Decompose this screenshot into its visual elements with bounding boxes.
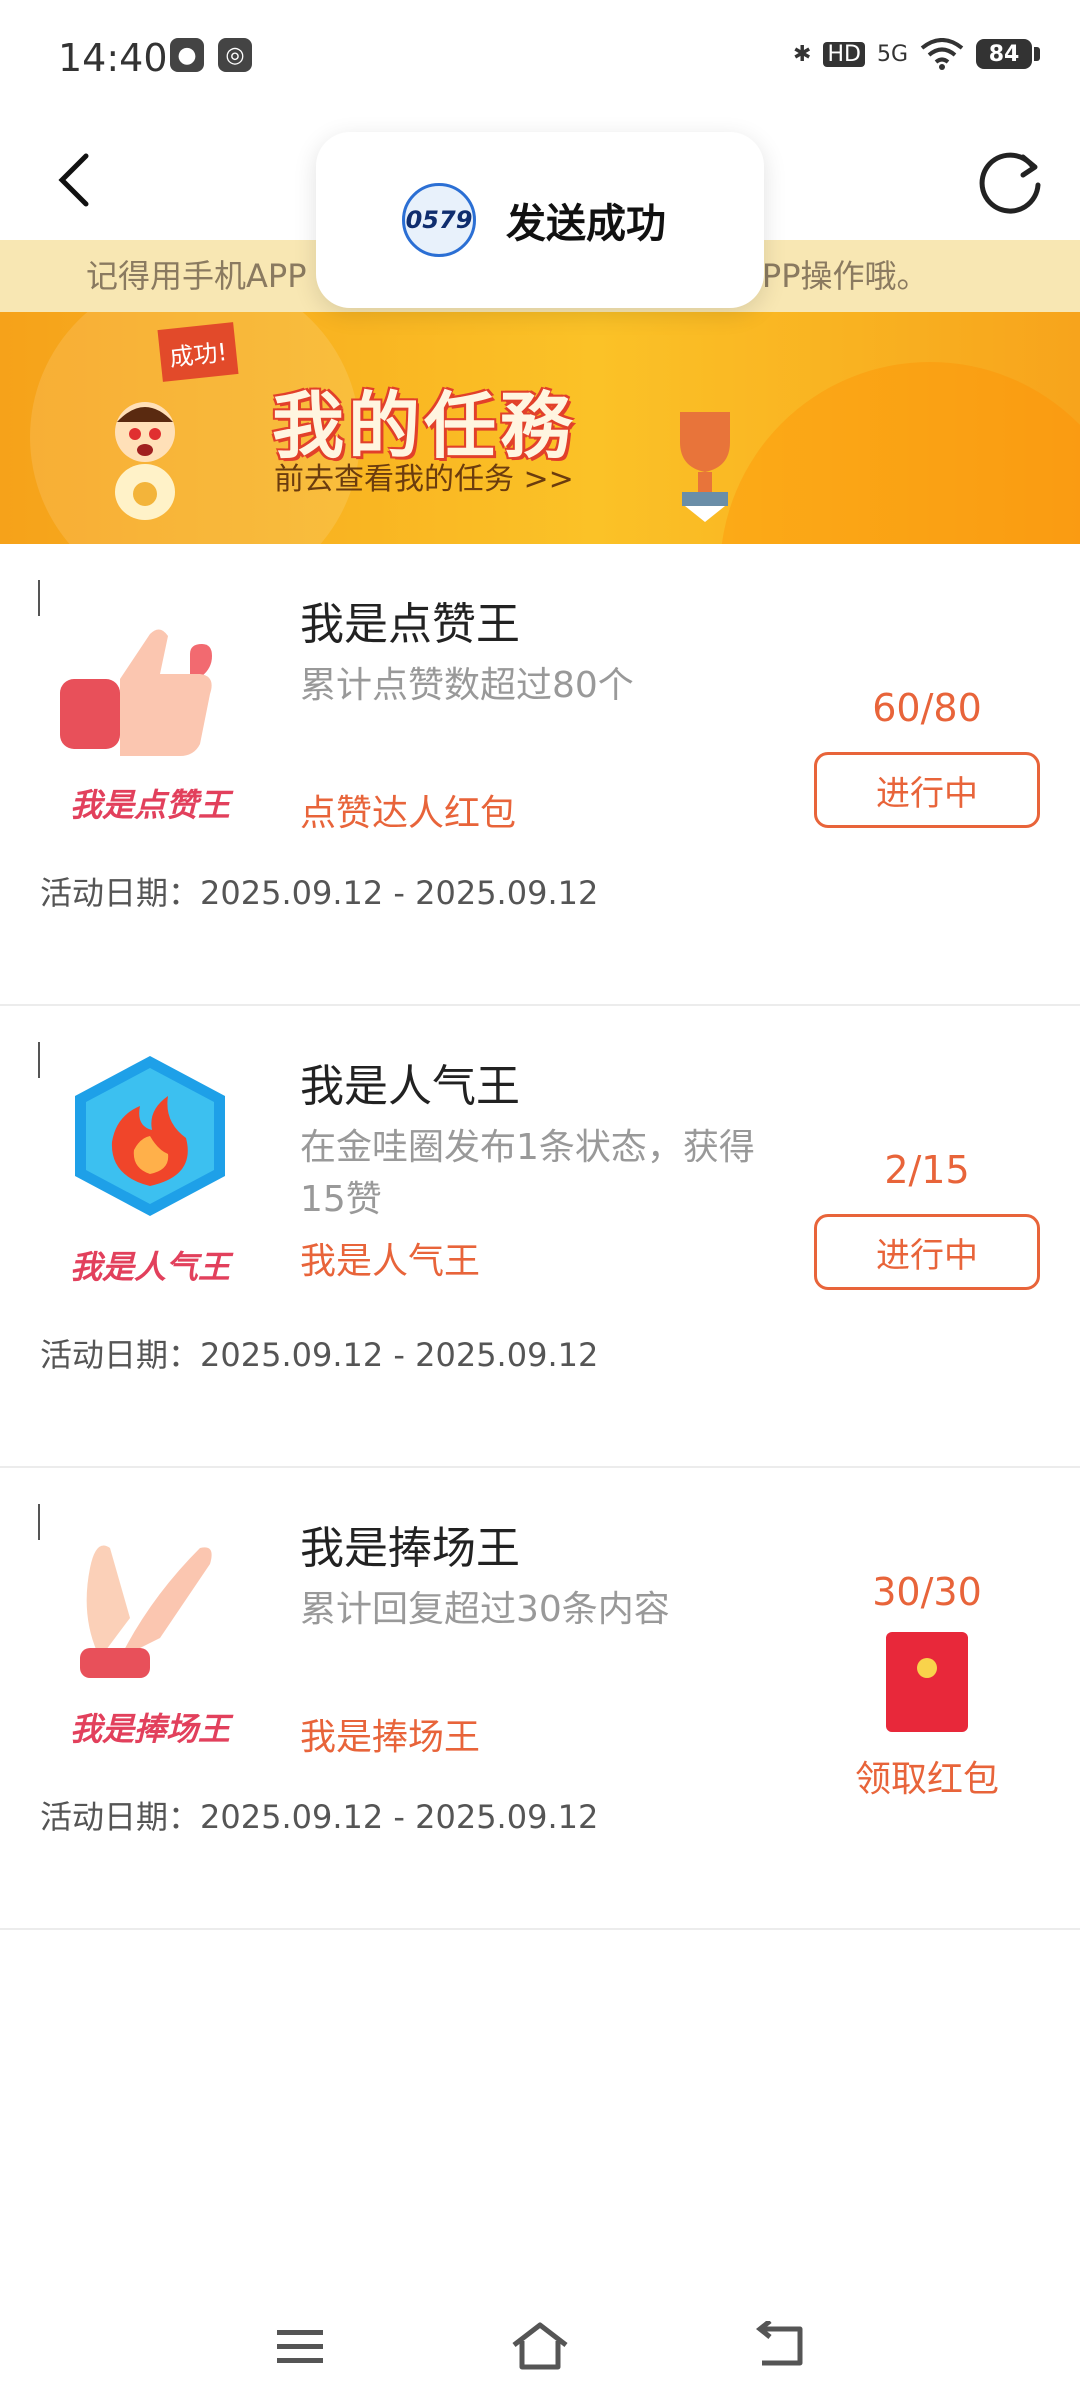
trophy-icon (680, 412, 730, 522)
banner-flag: 成功! (157, 322, 239, 382)
bluetooth-icon: ✱ (793, 41, 812, 67)
refresh-icon (979, 152, 1041, 214)
status-right-icons: ✱ HD 5G 84 (793, 38, 1040, 70)
task-card: 我是捧场王 我是捧场王 累计回复超过30条内容 我是捧场王 活动日期：2025.… (0, 1468, 1080, 1930)
claim-red-packet-button[interactable]: 领取红包 (814, 1750, 1040, 1802)
system-nav-bar (0, 2300, 1080, 2400)
toast-message: 发送成功 (506, 201, 666, 247)
task-date: 活动日期：2025.09.12 - 2025.09.12 (40, 874, 599, 912)
task-image-label: 我是捧场王 (69, 1710, 230, 1748)
task-image: 我是人气王 (40, 1046, 260, 1286)
task-status-button[interactable]: 进行中 (814, 1214, 1040, 1290)
thumbs-up-icon (60, 629, 212, 756)
clapping-hands-icon (80, 1545, 212, 1678)
banner-decor-circle (720, 362, 1080, 544)
mascot-icon (115, 402, 175, 520)
task-title: 我是人气王 (300, 1061, 520, 1112)
refresh-button[interactable] (960, 130, 1060, 230)
battery-tip (1034, 47, 1040, 61)
my-tasks-banner[interactable]: 成功! 我的任務 前去查看我的任务 >> (0, 312, 1080, 544)
menu-button[interactable] (260, 2314, 340, 2378)
task-image-label: 我是点赞王 (69, 786, 230, 824)
task-reward: 点赞达人红包 (300, 793, 517, 834)
network-label: 5G (876, 41, 908, 67)
task-progress: 2/15 (884, 1148, 970, 1192)
hd-badge: HD (823, 41, 865, 67)
home-button[interactable] (500, 2314, 580, 2378)
home-icon (512, 2322, 568, 2370)
task-image: 我是捧场王 (40, 1508, 260, 1748)
task-reward: 我是人气王 (300, 1241, 481, 1282)
task-progress: 30/30 (872, 1570, 982, 1614)
task-image: 我是点赞王 (40, 584, 260, 824)
status-time: 14:40 (58, 36, 168, 80)
task-status-button[interactable]: 进行中 (814, 752, 1040, 828)
chevron-left-icon (58, 153, 89, 207)
back-nav-button[interactable] (740, 2314, 820, 2378)
task-image-label: 我是人气王 (69, 1248, 230, 1286)
notice-text-left: 记得用手机APP (86, 257, 307, 295)
task-title: 我是点赞王 (300, 599, 520, 650)
back-button[interactable] (24, 130, 124, 230)
task-card: 我是人气王 我是人气王 在金哇圈发布1条状态，获得15赞 我是人气王 活动日期：… (0, 1006, 1080, 1468)
task-date: 活动日期：2025.09.12 - 2025.09.12 (40, 1336, 599, 1374)
task-title: 我是捧场王 (300, 1523, 520, 1574)
wifi-icon (920, 38, 964, 70)
task-description: 累计回复超过30条内容 (300, 1589, 670, 1630)
red-packet-coin (917, 1658, 937, 1678)
fire-hexagon-icon (75, 1056, 225, 1216)
task-description: 在金哇圈发布1条状态，获得15赞 (300, 1127, 755, 1220)
app-logo-icon: 0579 (402, 183, 476, 257)
back-icon (755, 2321, 803, 2366)
task-card: 我是点赞王 我是点赞王 累计点赞数超过80个 点赞达人红包 活动日期：2025.… (0, 544, 1080, 1006)
task-date: 活动日期：2025.09.12 - 2025.09.12 (40, 1798, 599, 1836)
task-progress: 60/80 (872, 686, 982, 730)
wechat-icon: ● (170, 38, 204, 72)
app-notification-icon: ◎ (218, 38, 252, 72)
task-description: 累计点赞数超过80个 (300, 665, 634, 706)
red-packet-icon[interactable] (886, 1632, 968, 1732)
status-left-icons: ● ◎ (170, 38, 252, 72)
banner-subtitle: 前去查看我的任务 >> (274, 462, 574, 497)
task-reward: 我是捧场王 (300, 1717, 481, 1758)
menu-icon (277, 2330, 323, 2363)
status-bar: 14:40 ● ◎ ✱ HD 5G 84 (0, 0, 1080, 120)
battery-indicator: 84 (976, 39, 1032, 69)
toast: 0579 发送成功 (316, 132, 764, 308)
